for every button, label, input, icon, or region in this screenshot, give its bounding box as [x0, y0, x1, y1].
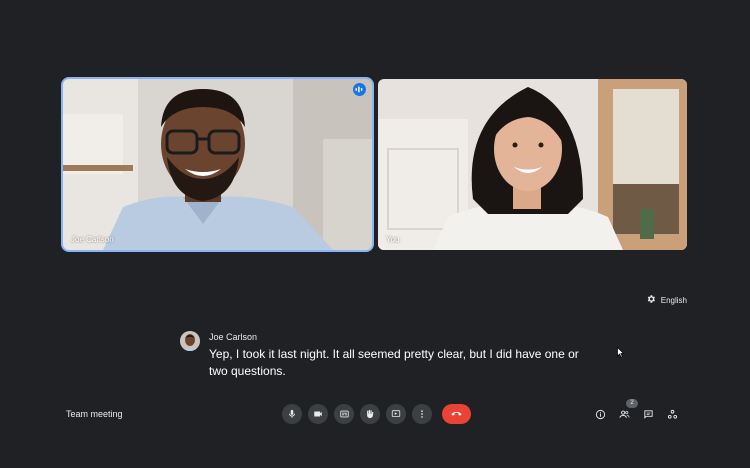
participant-name: You	[386, 235, 400, 244]
more-options-button[interactable]	[412, 404, 432, 424]
meeting-title: Team meeting	[66, 409, 123, 419]
end-call-button[interactable]	[442, 404, 471, 424]
info-icon	[595, 409, 605, 419]
meeting-info-button[interactable]	[592, 406, 608, 422]
camera-icon	[314, 411, 322, 417]
mouse-cursor-icon	[617, 345, 625, 363]
video-tile-joe-carlson[interactable]: Joe Carlson	[63, 79, 372, 250]
activities-button[interactable]	[664, 406, 680, 422]
settings-icon	[646, 294, 656, 306]
camera-button[interactable]	[308, 404, 328, 424]
captions-icon	[339, 410, 349, 418]
video-feed-you	[378, 79, 687, 250]
chat-icon	[643, 409, 653, 419]
present-button[interactable]	[386, 404, 406, 424]
caption-text: Yep, I took it last night. It all seemed…	[209, 347, 579, 378]
raise-hand-button[interactable]	[360, 404, 380, 424]
raise-hand-icon	[367, 409, 374, 419]
meeting-stage: Joe Carlson You English Joe Carlson Yep,…	[0, 0, 750, 468]
audio-wave-icon	[353, 83, 366, 96]
side-tools: 2	[592, 399, 680, 422]
chat-button[interactable]	[640, 406, 656, 422]
present-icon	[391, 410, 401, 417]
more-options-icon	[421, 410, 423, 418]
people-icon	[618, 410, 629, 418]
avatar	[180, 331, 200, 351]
microphone-icon	[289, 409, 295, 418]
people-button[interactable]: 2	[616, 399, 638, 422]
captions-button[interactable]	[334, 404, 354, 424]
activities-icon	[667, 409, 677, 419]
end-call-icon	[451, 411, 462, 416]
participant-name: Joe Carlson	[71, 235, 114, 244]
caption-speaker-name: Joe Carlson	[209, 332, 258, 342]
microphone-button[interactable]	[282, 404, 302, 424]
caption-language-button[interactable]: English	[646, 294, 687, 306]
call-controls	[282, 404, 471, 424]
caption-language-label: English	[660, 295, 687, 305]
people-count-badge: 2	[626, 399, 638, 408]
video-tile-you[interactable]: You	[378, 79, 687, 250]
video-feed-joe	[63, 79, 372, 250]
